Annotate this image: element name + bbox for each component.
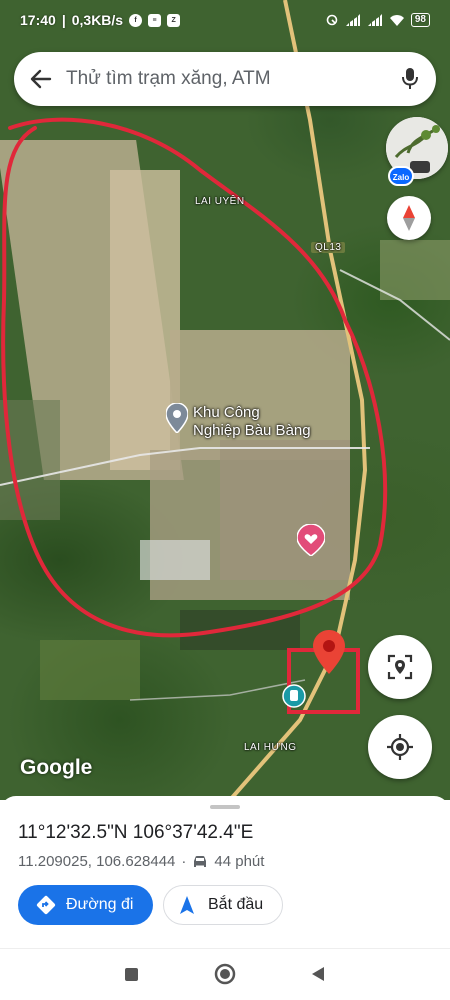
system-nav-bar [0, 948, 450, 1000]
crosshair-icon [387, 734, 413, 760]
coordinates-subline: 11.209025, 106.628444 · 44 phút [18, 853, 264, 870]
search-bar[interactable] [14, 52, 436, 106]
coordinates-dms: 11°12'32.5"N 106°37'42.4"E [18, 822, 254, 843]
directions-label: Đường đi [66, 896, 134, 913]
search-input[interactable] [66, 68, 400, 90]
village-label-top: LAI UYÊN [195, 196, 245, 207]
signal-icon [367, 13, 382, 26]
zalo-badge: Zalo [388, 166, 414, 186]
triangle-back-icon [312, 967, 324, 981]
back-button[interactable] [306, 962, 330, 986]
wifi-icon [389, 14, 404, 26]
transit-icon [282, 684, 306, 708]
drag-handle[interactable] [210, 805, 240, 809]
saved-place-marker[interactable] [296, 523, 326, 561]
heart-icon [296, 523, 326, 557]
separator-dot: · [181, 853, 187, 870]
microphone-icon[interactable] [400, 67, 420, 91]
square-icon [124, 967, 138, 981]
facebook-icon: f [129, 13, 143, 27]
industrial-park-pin[interactable] [165, 402, 189, 438]
transit-marker[interactable] [282, 684, 306, 713]
battery-indicator: 98 [410, 13, 430, 27]
dropped-pin[interactable] [313, 630, 345, 679]
recents-button[interactable] [119, 962, 143, 986]
highway-road [228, 0, 368, 800]
village-label-bottom: LAI HƯNG [244, 742, 297, 753]
compass-button[interactable] [387, 196, 431, 240]
my-location-button[interactable] [368, 715, 432, 779]
layers-location-button[interactable] [368, 635, 432, 699]
compass-icon [403, 205, 415, 231]
signal-icon [345, 13, 360, 26]
place-bottom-sheet[interactable]: 11°12'32.5"N 106°37'42.4"E 11.209025, 10… [0, 796, 450, 948]
map-pin-icon [165, 402, 189, 435]
back-arrow-icon[interactable] [30, 68, 52, 90]
travel-time: 44 phút [214, 853, 265, 870]
alarm-icon [326, 14, 338, 26]
home-button[interactable] [213, 962, 237, 986]
start-label: Bắt đầu [208, 896, 264, 913]
message-icon: ≡ [148, 13, 162, 27]
zalo-icon: Z [167, 13, 181, 27]
status-divider: | [61, 12, 66, 28]
highway-shield: QL13 [311, 242, 346, 253]
status-bar: 17:40 | 0,3KB/s f ≡ Z 98 [0, 0, 450, 40]
directions-icon [36, 895, 56, 915]
status-time: 17:40 [20, 12, 56, 28]
network-speed: 0,3KB/s [71, 12, 124, 28]
local-road [0, 447, 370, 486]
navigation-arrow-icon [180, 896, 194, 914]
start-button[interactable]: Bắt đầu [163, 885, 283, 925]
google-logo: Google [20, 756, 93, 779]
circle-icon [214, 963, 236, 985]
directions-button[interactable]: Đường đi [18, 885, 153, 925]
car-icon [194, 855, 207, 867]
location-pin-icon [313, 630, 345, 674]
local-road [339, 269, 450, 341]
industrial-park-label[interactable]: Khu Công Nghiệp Bàu Bàng [193, 404, 311, 440]
local-road [129, 679, 306, 701]
pin-scan-icon [387, 654, 413, 680]
coordinates-decimal: 11.209025, 106.628444 [18, 853, 176, 870]
